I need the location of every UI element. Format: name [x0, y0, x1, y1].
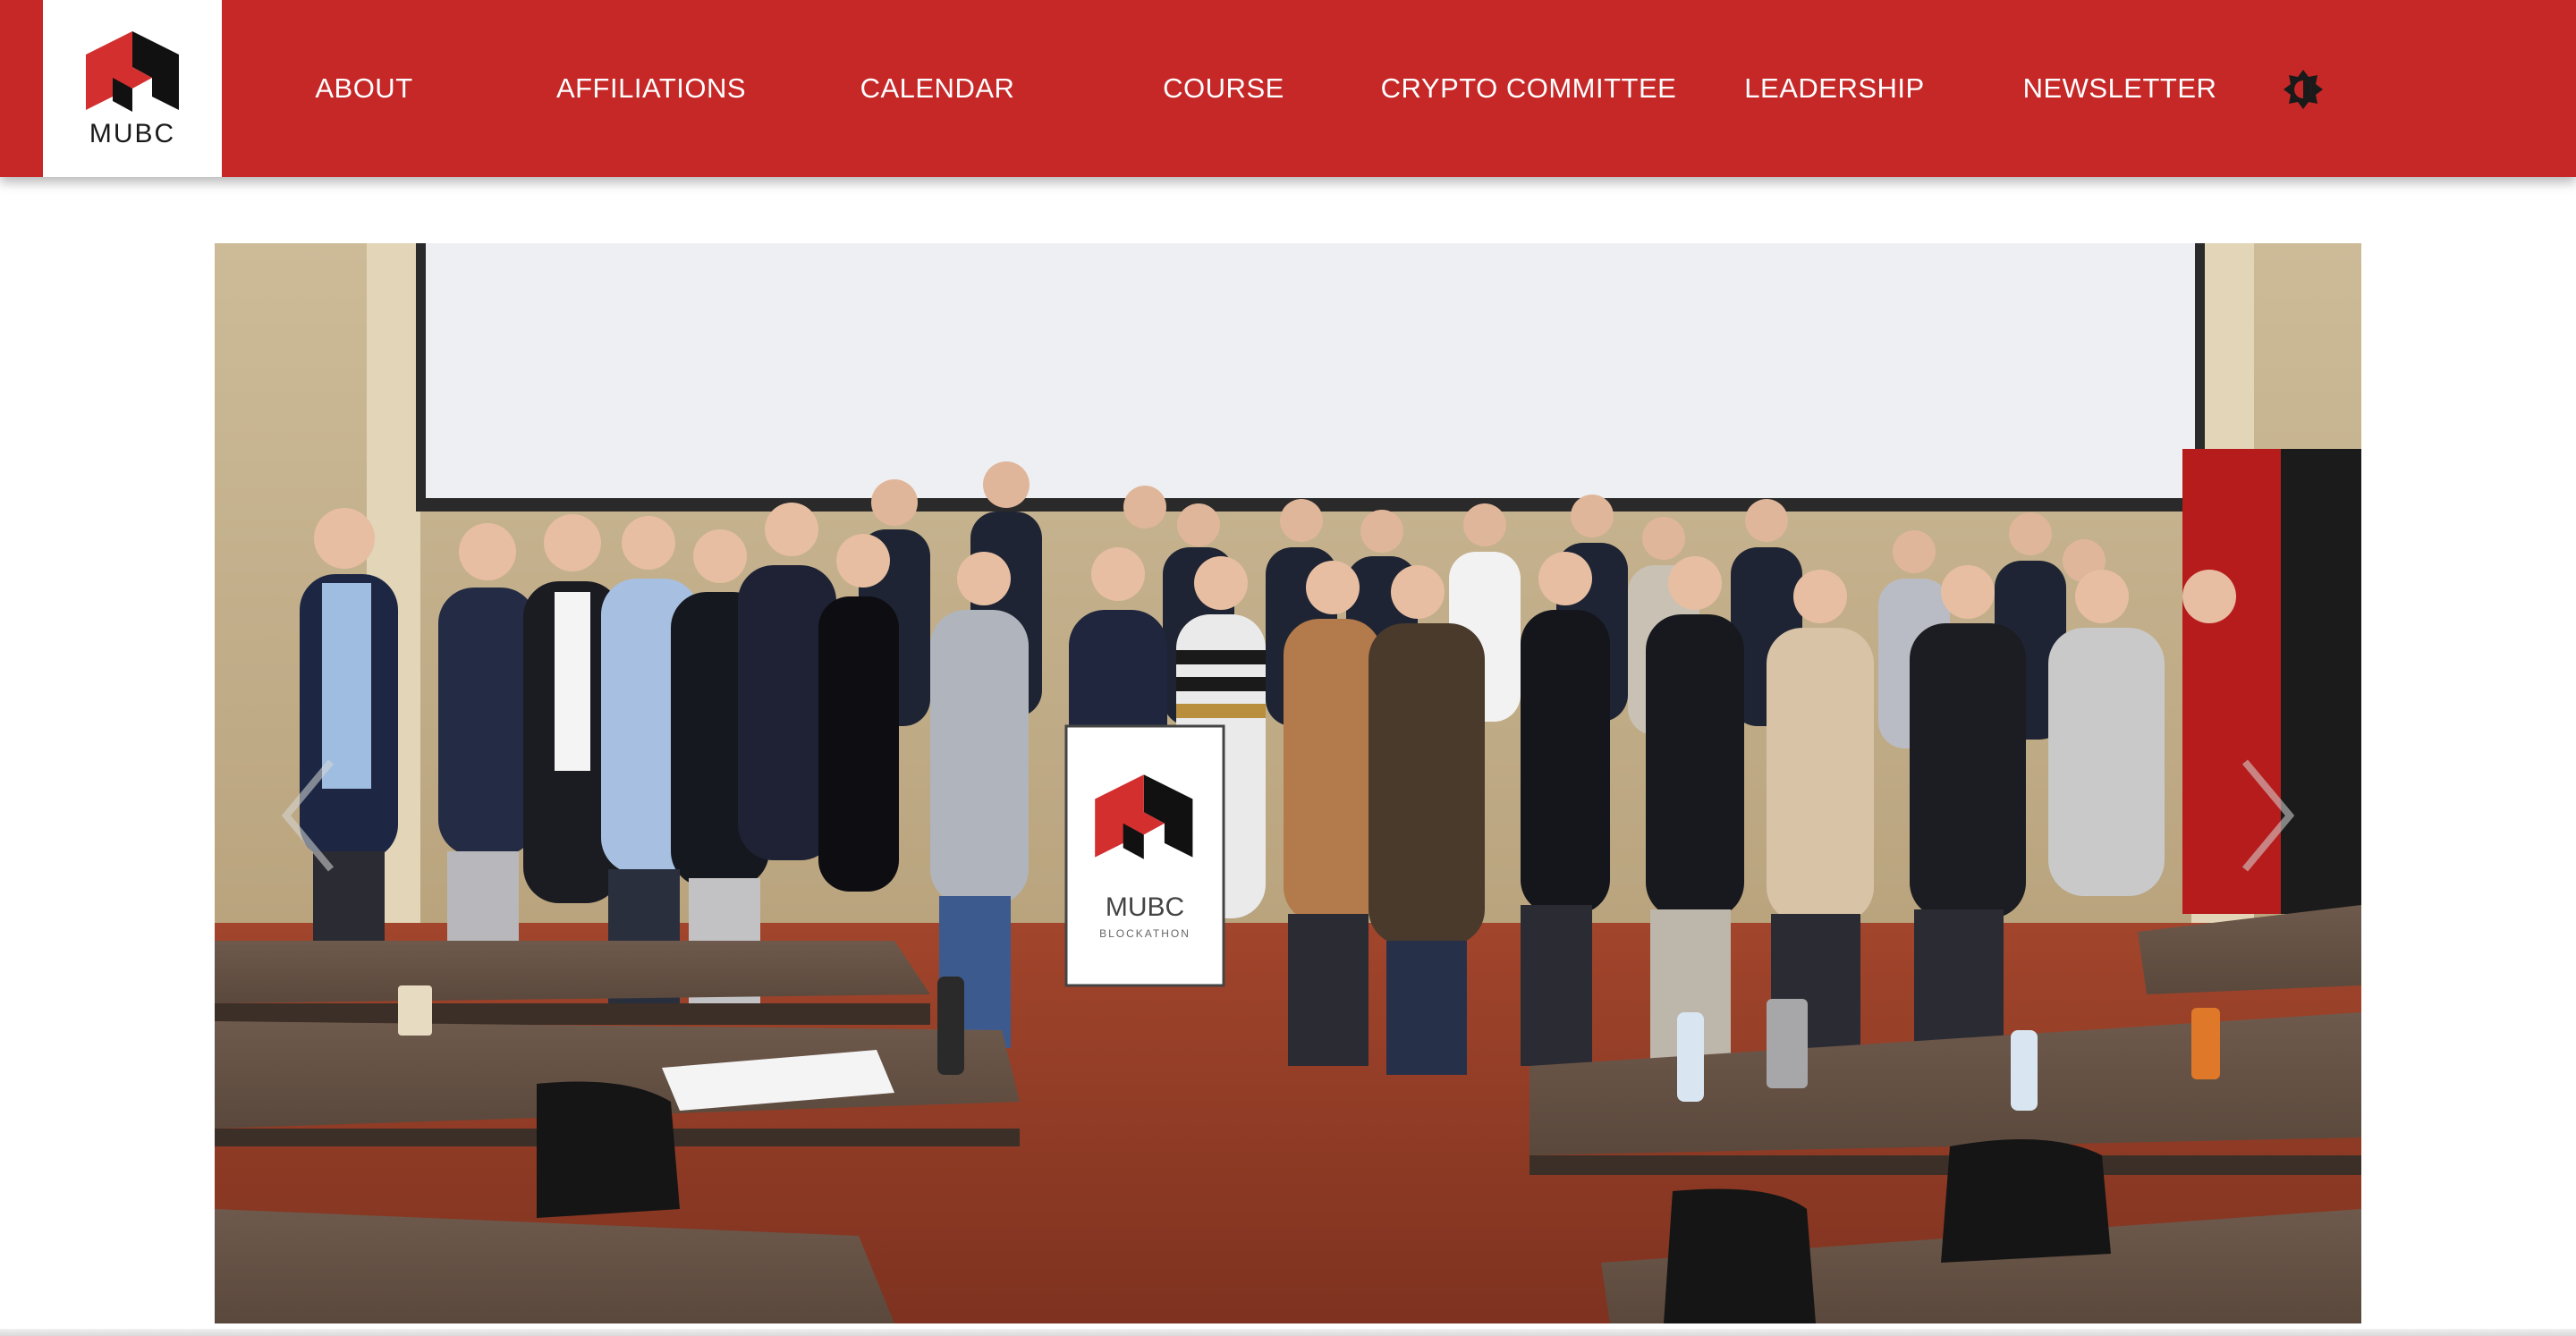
blockathon-banner: MUBC BLOCKATHON: [1064, 724, 1225, 987]
nav-newsletter[interactable]: NEWSLETTER: [2012, 0, 2227, 177]
chevron-right-icon: [2241, 759, 2295, 872]
mubc-logo-mark-icon: [86, 31, 179, 112]
banner-title: MUBC: [1106, 892, 1184, 922]
logo-text: MUBC: [89, 119, 176, 148]
mubc-logo[interactable]: MUBC: [43, 0, 222, 177]
nav-calendar[interactable]: CALENDAR: [848, 0, 1027, 177]
top-navbar: MUBC ABOUT AFFILIATIONS CALENDAR COURSE …: [0, 0, 2576, 177]
brightness-icon[interactable]: [2284, 70, 2323, 109]
chevron-left-icon: [281, 759, 335, 872]
nav-leadership[interactable]: LEADERSHIP: [1739, 0, 1930, 177]
nav-course[interactable]: COURSE: [1148, 0, 1299, 177]
nav-affiliations[interactable]: AFFILIATIONS: [542, 0, 760, 177]
hero-carousel: MUBC BLOCKATHON: [215, 243, 2361, 1323]
carousel-next-button[interactable]: [2227, 744, 2308, 887]
nav-crypto-committee[interactable]: CRYPTO COMMITTEE: [1374, 0, 1683, 177]
banner-subtitle: BLOCKATHON: [1099, 927, 1191, 940]
nav-about[interactable]: ABOUT: [292, 0, 436, 177]
group-photo: MUBC BLOCKATHON: [215, 243, 2361, 1323]
page-bottom-edge: [0, 1329, 2576, 1336]
carousel-prev-button[interactable]: [268, 744, 349, 887]
